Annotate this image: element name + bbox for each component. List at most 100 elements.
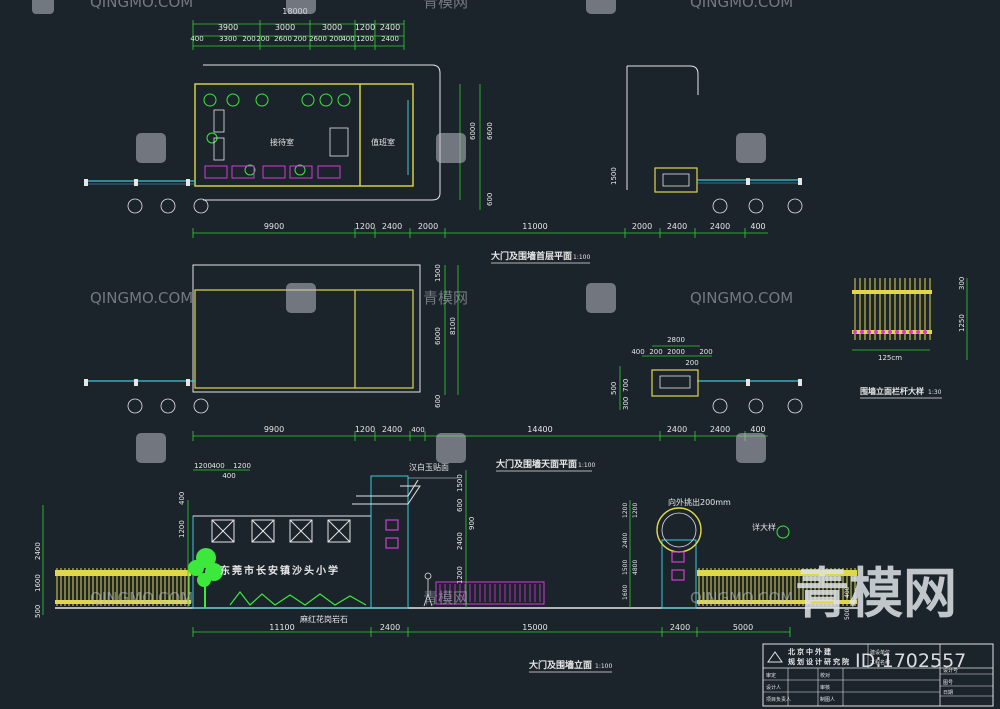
tb-row-3: 设计人 xyxy=(766,684,781,691)
plan1-bottom-2: 1200 xyxy=(355,222,375,231)
post-dim-6: 200 xyxy=(685,359,698,367)
plan2-bottom-8: 400 xyxy=(750,425,765,434)
plan1-top-dim-5: 2400 xyxy=(380,23,400,32)
fence-dim-width: 125cm xyxy=(878,354,902,362)
school-name: 东莞市长安镇沙头小学 xyxy=(220,564,340,577)
watermark-logo-icon xyxy=(586,0,616,14)
watermark-logo-icon xyxy=(286,0,316,14)
elev-mid-3: 900 xyxy=(468,517,476,530)
watermark-latin: QINGMO.COM xyxy=(690,289,793,307)
elev-right-4: 1500 xyxy=(622,560,629,575)
elevation-scale: 1:100 xyxy=(595,663,612,670)
plan1-top-dim-3: 3000 xyxy=(322,23,342,32)
elev-top-2: 400 xyxy=(211,462,224,470)
plan1-row2-1: 400 xyxy=(190,35,203,43)
elev-right-2: 1200 xyxy=(632,503,639,518)
plan1-side-dim-1: 6000 xyxy=(469,122,477,140)
fence-detail: 125cm 300 1250 围墙立面栏杆大样 1:30 xyxy=(852,277,968,399)
tb-right-2: 图号 xyxy=(943,680,953,686)
elev-mid-4: 2400 xyxy=(456,532,464,550)
room-reception: 接待室 xyxy=(270,137,294,147)
elev-top-1: 1200 xyxy=(194,462,212,470)
elev-bottom-3: 15000 xyxy=(522,623,547,632)
plan1-top-dim-1: 3900 xyxy=(218,23,238,32)
fence-ornament xyxy=(909,330,913,334)
post-side-3: 300 xyxy=(622,397,630,410)
plan1-bottom-6: 2000 xyxy=(632,222,652,231)
plan1-row2-7: 2600 xyxy=(309,35,327,43)
elev-right-6: 1600 xyxy=(622,585,629,600)
plan1-bottom-7: 2400 xyxy=(667,222,687,231)
post-side-1: 500 xyxy=(610,382,618,395)
fence-ornament xyxy=(888,330,892,334)
elev-left-2: 1200 xyxy=(178,520,186,538)
plan1-side-dim-3: 600 xyxy=(486,193,494,206)
tb-row-2: 校对 xyxy=(820,672,830,679)
watermark-logo-icon xyxy=(136,133,166,163)
watermark-logo-icon xyxy=(136,433,166,463)
tb-row-6: 制图人 xyxy=(820,696,835,703)
elev-mid-1: 1500 xyxy=(456,474,464,492)
watermark-logo-icon xyxy=(286,283,316,313)
fence-ornament xyxy=(860,330,864,334)
post-dim-1: 2800 xyxy=(667,336,685,344)
fence-ornament xyxy=(895,330,899,334)
elev-right-1: 1200 xyxy=(622,503,629,518)
plan1-bottom-3: 2400 xyxy=(382,222,402,231)
watermark-latin: QINGMO.COM xyxy=(90,0,193,11)
plan2-title: 大门及围墙天面平面 xyxy=(496,458,577,470)
plan2-scale: 1:100 xyxy=(578,462,595,469)
elevation-title: 大门及围墙立面 xyxy=(529,659,592,671)
elev-mid-2: 600 xyxy=(456,499,464,512)
watermark-logo-icon xyxy=(736,133,766,163)
fence-dim-2: 1250 xyxy=(958,314,966,332)
post-detail: 2800 200 2000 200 400 200 500 700 300 xyxy=(610,336,713,410)
plan2-bottom-6: 2400 xyxy=(667,425,687,434)
plan2-bottom-1: 9900 xyxy=(264,425,284,434)
plan1-side-dim-2: 6600 xyxy=(486,122,494,140)
fence-ornament xyxy=(881,330,885,334)
post-side-2: 700 xyxy=(622,379,630,392)
label-stone: 汉白玉贴面 xyxy=(409,462,449,472)
plan2-bottom-3: 2400 xyxy=(382,425,402,434)
plan2-bottom-5: 14400 xyxy=(527,425,552,434)
watermark-logo-icon xyxy=(736,433,766,463)
plan1-post-dim: 1500 xyxy=(610,167,618,185)
watermark-cn: 青模网 xyxy=(423,289,468,307)
post-dim-3: 2000 xyxy=(667,348,685,356)
plan1-row2-5: 2600 xyxy=(274,35,292,43)
cad-drawing: 18000 3900 3000 3000 1200 2400 400 3300 … xyxy=(32,0,994,707)
fence-ornament xyxy=(923,330,927,334)
post-dim-2: 200 xyxy=(649,348,662,356)
plan1-row2-6: 200 xyxy=(293,35,306,43)
tb-right-3: 日期 xyxy=(943,690,953,696)
watermark-cn: 青模网 xyxy=(423,0,468,11)
post-dim-4: 200 xyxy=(699,348,712,356)
elev-left-1: 400 xyxy=(178,492,186,505)
watermark-cn: 青模网 xyxy=(423,589,468,607)
watermark-latin: QINGMO.COM xyxy=(690,0,793,11)
plan1-bottom-1: 9900 xyxy=(264,222,284,231)
elev-left-4: 1600 xyxy=(34,574,42,592)
watermark-id: ID:1702557 xyxy=(855,650,966,672)
watermark-latin: QINGMO.COM xyxy=(90,589,193,607)
plan1-top-dim-4: 1200 xyxy=(355,23,375,32)
tb-row-1: 审定 xyxy=(766,672,776,679)
label-detail: 详大样 xyxy=(752,522,776,532)
company-name-1: 北京中外建 xyxy=(788,647,833,656)
room-guard: 值班室 xyxy=(371,137,395,147)
plan2-side-2: 6000 xyxy=(434,327,442,345)
company-name-2: 规划设计研究院 xyxy=(788,657,851,666)
label-base: 麻红花岗岩石 xyxy=(300,614,348,624)
label-arch: 向外挑出200mm xyxy=(668,497,731,507)
watermark-latin: QINGMO.COM xyxy=(90,289,193,307)
watermark-logo-icon xyxy=(32,0,54,14)
plan1-top-dim-2: 3000 xyxy=(275,23,295,32)
plan1-bottom-5: 11000 xyxy=(522,222,547,231)
watermark-logo-icon xyxy=(436,133,466,163)
fence-ornament xyxy=(916,330,920,334)
fence-title: 围墙立面栏杆大样 xyxy=(860,386,924,396)
fence-scale: 1:30 xyxy=(928,389,942,396)
plan2-side-4: 600 xyxy=(434,395,442,408)
plan1-row2-11: 2400 xyxy=(381,35,399,43)
